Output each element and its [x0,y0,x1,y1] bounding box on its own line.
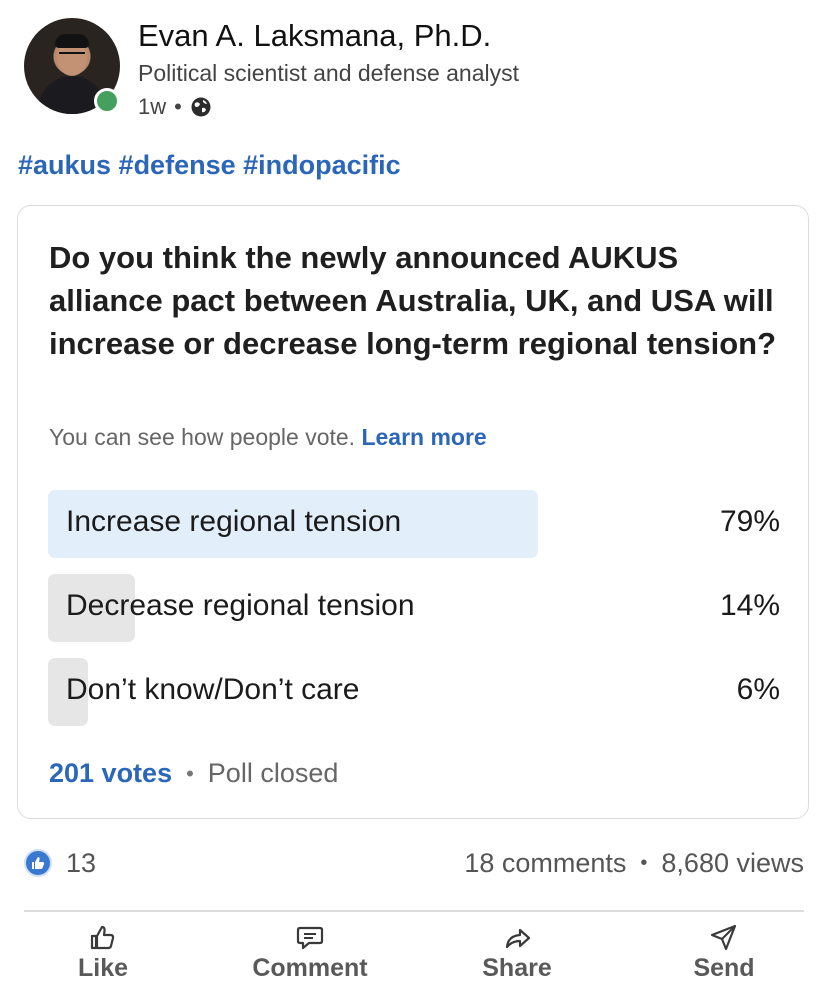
actions-divider [24,910,804,912]
poll-option-percent: 14% [719,589,780,622]
send-label: Send [693,954,755,982]
poll-note-text: You can see how people vote. [49,424,356,450]
reaction-count[interactable]: 13 [66,848,96,879]
poll-option-dont-know: Don’t know/Don’t care 6% [48,658,780,726]
share-arrow-icon [505,928,531,949]
poll-option-label: Don’t know/Don’t care [66,673,360,706]
poll-status: Poll closed [207,758,339,788]
poll-question: Do you think the newly announced AUKUS a… [49,240,777,361]
author-name[interactable]: Evan A. Laksmana, Ph.D. [138,18,491,54]
share-label: Share [482,954,552,982]
avatar-glasses [59,52,85,60]
post-meta: 1w • [138,94,212,120]
views-count: 8,680 views [661,848,804,878]
author-headline: Political scientist and defense analyst [138,60,519,86]
comment-label: Comment [252,954,368,982]
action-bar: Like Comment Share Send [24,922,804,992]
stats-separator: • [640,852,648,874]
post-header: Evan A. Laksmana, Ph.D. Political scient… [24,18,804,128]
poll-option-increase: Increase regional tension 79% [48,490,780,558]
thumb-glyph-icon [32,857,45,869]
learn-more-link[interactable]: Learn more [361,424,486,450]
footer-separator: • [186,760,194,786]
comments-count[interactable]: 18 comments [464,848,626,879]
avatar-hair [55,34,89,48]
send-button[interactable]: Send [634,922,814,983]
poll-option-percent: 6% [736,673,780,706]
vote-count-link[interactable]: 201 votes [49,758,172,789]
meta-separator: • [174,94,182,119]
like-reaction-icon[interactable] [24,849,52,877]
globe-icon [191,97,211,117]
thumbs-up-icon [90,925,115,950]
comment-button[interactable]: Comment [220,922,400,983]
post-time: 1w [138,94,167,119]
poll-option-label: Increase regional tension [66,505,402,538]
comment-icon [296,926,324,950]
poll-option-percent: 79% [719,505,780,538]
social-stats: 18 comments • 8,680 views [464,848,804,879]
share-button[interactable]: Share [427,922,607,983]
poll-option-decrease: Decrease regional tension 14% [48,574,780,642]
poll-card: Do you think the newly announced AUKUS a… [17,205,809,819]
send-icon [710,924,737,951]
poll-footer: 201 votes • Poll closed [49,758,338,789]
hashtags[interactable]: #aukus #defense #indopacific [18,150,401,181]
like-button[interactable]: Like [13,922,193,983]
poll-option-label: Decrease regional tension [66,589,415,622]
poll-visibility-note: You can see how people vote. Learn more [49,424,487,451]
social-counts: 13 18 comments • 8,680 views [24,846,804,886]
online-status-dot [94,88,120,114]
like-label: Like [77,954,129,982]
